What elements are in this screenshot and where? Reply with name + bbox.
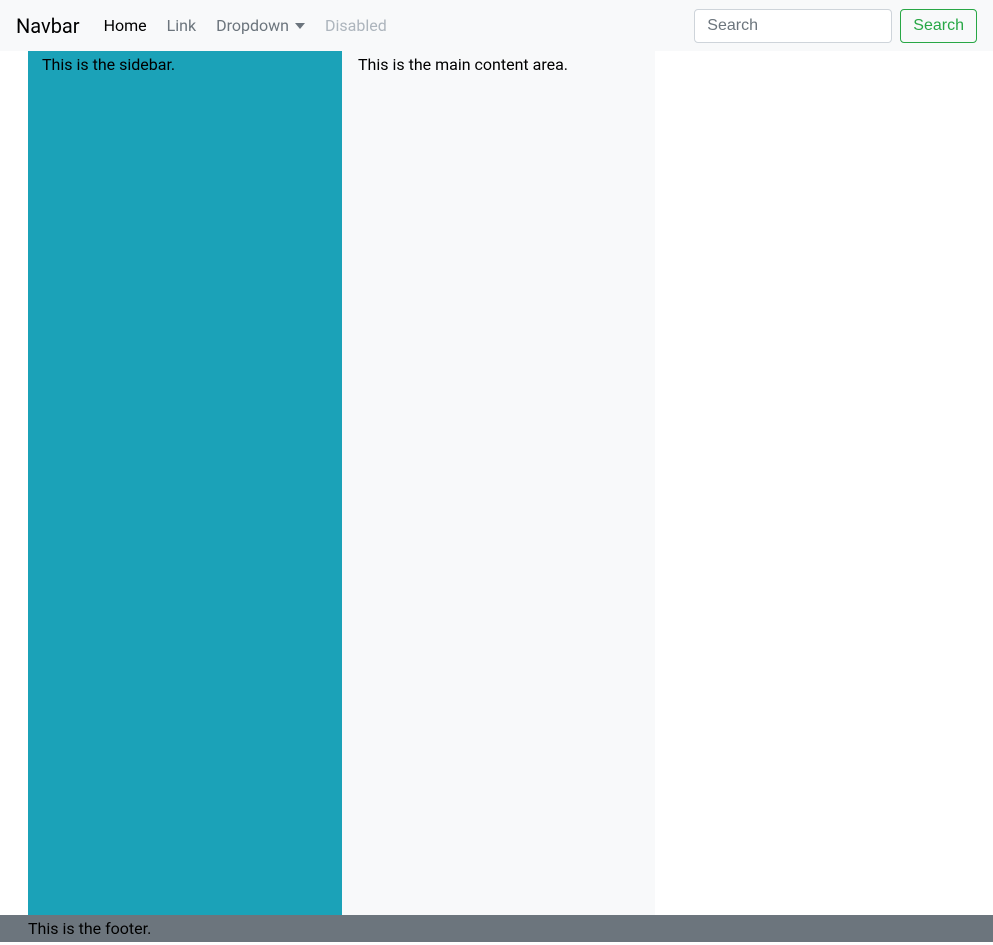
footer: This is the footer. bbox=[0, 915, 993, 942]
left-gutter bbox=[0, 51, 28, 915]
search-input[interactable] bbox=[694, 9, 892, 43]
search-button[interactable]: Search bbox=[900, 9, 977, 43]
search-form: Search bbox=[694, 9, 977, 43]
sidebar-text: This is the sidebar. bbox=[42, 55, 175, 74]
layout: This is the sidebar. This is the main co… bbox=[0, 51, 993, 915]
nav-links: Home Link Dropdown Disabled bbox=[96, 8, 695, 43]
content-container: This is the sidebar. This is the main co… bbox=[0, 51, 655, 915]
nav-link-disabled: Disabled bbox=[317, 8, 395, 43]
caret-down-icon bbox=[295, 23, 305, 29]
nav-link-link[interactable]: Link bbox=[159, 8, 204, 43]
navbar: Navbar Home Link Dropdown Disabled Searc… bbox=[0, 0, 993, 51]
navbar-brand[interactable]: Navbar bbox=[16, 10, 80, 42]
main-content: This is the main content area. bbox=[342, 51, 655, 915]
sidebar: This is the sidebar. bbox=[28, 51, 342, 915]
nav-link-dropdown[interactable]: Dropdown bbox=[208, 8, 313, 43]
nav-link-home[interactable]: Home bbox=[96, 8, 155, 43]
main-text: This is the main content area. bbox=[358, 55, 568, 74]
dropdown-label: Dropdown bbox=[216, 16, 289, 35]
footer-text: This is the footer. bbox=[28, 919, 151, 938]
right-gutter bbox=[655, 51, 993, 915]
